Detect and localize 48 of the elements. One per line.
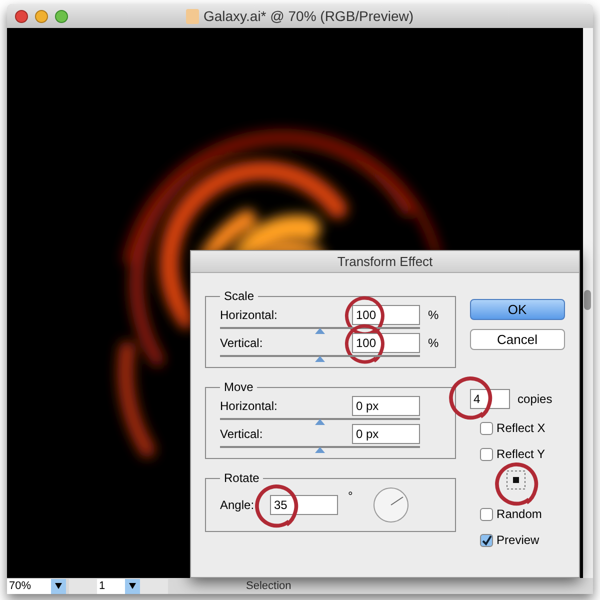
close-button[interactable] (15, 10, 28, 22)
field-label: Angle: (220, 497, 256, 514)
angle-dial-icon[interactable] (372, 487, 409, 523)
slider-thumb[interactable] (315, 356, 325, 362)
dialog-title: Transform Effect (337, 252, 433, 271)
field-label: Horizontal: (220, 398, 278, 415)
unit-label: % (428, 307, 439, 324)
value-field[interactable]: 100 (352, 333, 420, 353)
checkbox-label: Random (496, 506, 542, 523)
group-label: Move (223, 379, 254, 396)
checkbox[interactable] (480, 534, 493, 546)
zoom-button[interactable] (55, 10, 68, 22)
degree-label: ° (348, 488, 353, 505)
reference-point-icon[interactable] (506, 470, 526, 490)
caret-icon (129, 583, 136, 589)
vertical-scrollbar[interactable] (583, 28, 593, 578)
field-label: Horizontal: (220, 307, 278, 324)
zoom-field[interactable]: 70% (7, 578, 51, 594)
copies-field[interactable]: 4 (470, 389, 510, 409)
caret-icon (55, 583, 62, 589)
checkbox[interactable] (480, 422, 493, 434)
value-field[interactable]: 0 px (352, 396, 420, 416)
slider-thumb[interactable] (315, 447, 325, 453)
value-field[interactable]: 0 px (352, 424, 420, 444)
minimize-button[interactable] (35, 10, 48, 22)
checkbox-label: Preview (496, 532, 540, 549)
checkbox-label: Reflect Y (496, 446, 546, 463)
cancel-button[interactable]: Cancel (470, 329, 565, 350)
dropdown-button[interactable] (51, 578, 66, 594)
window-title: Galaxy.ai* @ 70% (RGB/Preview) (203, 6, 414, 26)
group-label: Rotate (223, 470, 260, 487)
slider-thumb[interactable] (315, 419, 325, 425)
value-field[interactable]: 100 (352, 305, 420, 325)
field-label: Vertical: (220, 335, 264, 352)
document-icon (186, 8, 200, 24)
checkbox-label: Reflect X (496, 420, 546, 437)
copies-label: copies (518, 391, 552, 408)
slider-thumb[interactable] (315, 328, 325, 334)
page-field[interactable]: 1 (97, 578, 125, 594)
group-label: Scale (223, 288, 256, 305)
angle-field[interactable]: 35 (270, 495, 338, 515)
checkbox[interactable] (480, 508, 493, 520)
tool-status: Selection (246, 578, 292, 594)
field-label: Vertical: (220, 426, 264, 443)
unit-label: % (428, 335, 439, 352)
checkbox[interactable] (480, 448, 493, 460)
dropdown-button[interactable] (125, 578, 140, 594)
ok-button[interactable]: OK (470, 299, 565, 320)
